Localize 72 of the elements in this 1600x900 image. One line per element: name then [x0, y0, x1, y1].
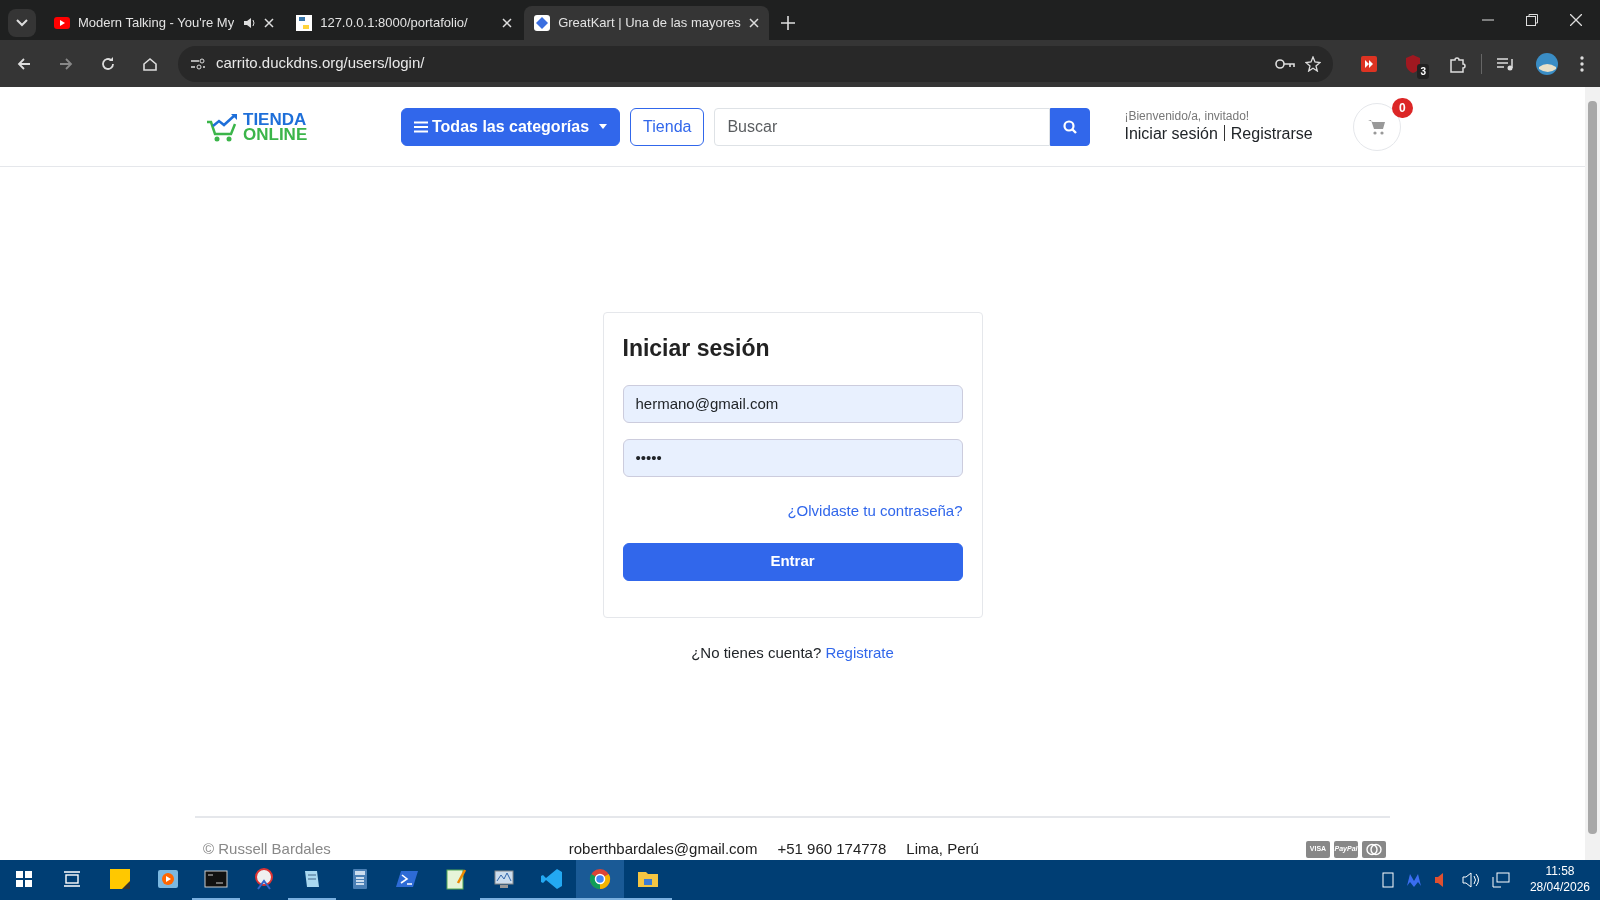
copyright-text: © Russell Bardales	[203, 838, 331, 859]
forward-icon[interactable]	[58, 55, 74, 72]
terminal-icon	[204, 867, 228, 891]
register-link[interactable]: Registrarse	[1230, 125, 1313, 142]
caret-icon	[599, 124, 608, 129]
store-button[interactable]: Tienda	[630, 107, 705, 146]
login-title: Iniciar sesión	[622, 335, 771, 363]
reload-icon[interactable]	[100, 55, 116, 72]
profile-avatar-icon[interactable]	[1536, 52, 1558, 75]
welcome-text: ¡Bienvenido/a, invitado!	[1124, 109, 1251, 124]
no-account-text: ¿No tienes cuenta? Registrate	[691, 642, 894, 663]
chevron-down-icon	[16, 19, 28, 27]
search-icon	[1063, 119, 1078, 134]
home-icon[interactable]	[142, 55, 158, 72]
cart-chart-icon	[205, 111, 239, 142]
search-button[interactable]	[1050, 107, 1091, 146]
clock-date[interactable]: 28/04/2026	[1529, 880, 1590, 896]
site-icon	[534, 15, 551, 31]
play-icon	[156, 867, 180, 891]
scissors-icon	[252, 867, 276, 891]
address-bar[interactable]: carrito.duckdns.org/users/login/	[178, 45, 1333, 82]
forgot-password-link[interactable]: ¿Olvidaste tu contraseña?	[787, 501, 963, 519]
login-link[interactable]: Iniciar sesión	[1124, 125, 1218, 142]
cart-icon	[1367, 118, 1386, 135]
sticky-note-icon	[108, 867, 132, 891]
menu-icon	[414, 120, 428, 133]
key-icon[interactable]	[1275, 57, 1295, 70]
code-editor-icon	[540, 867, 564, 891]
back-icon[interactable]	[16, 55, 32, 72]
close-icon[interactable]	[264, 18, 275, 28]
puzzle-icon[interactable]	[1449, 54, 1467, 73]
speaker-icon	[242, 16, 257, 30]
clock-time[interactable]: 11:58	[1529, 864, 1590, 880]
volume-icon[interactable]	[1461, 872, 1480, 888]
close-icon[interactable]	[748, 18, 759, 28]
register-link[interactable]: Registrate	[825, 643, 894, 661]
categories-button[interactable]: Todas las categorías	[401, 107, 621, 146]
scrollbar-thumb[interactable]	[1588, 101, 1597, 834]
cart-count-badge: 0	[1391, 97, 1413, 118]
taskbar-app[interactable]	[576, 860, 624, 900]
search-field[interactable]: Buscar	[714, 107, 1051, 146]
pencil-icon	[444, 867, 468, 891]
more-menu-icon[interactable]	[1580, 55, 1584, 72]
logo-text: ONLINE	[243, 126, 308, 142]
tab-list-button[interactable]	[8, 9, 36, 37]
network-icon[interactable]	[1491, 872, 1510, 888]
browser-tab[interactable]: 127.0.0.1:8000/portafolio/	[286, 6, 523, 40]
star-icon[interactable]	[1305, 55, 1321, 72]
task-view-icon	[63, 871, 81, 887]
browser-icon	[588, 867, 612, 891]
site-settings-icon[interactable]	[190, 56, 206, 71]
logo-text: TIENDA	[243, 111, 308, 127]
restore-icon[interactable]	[1526, 14, 1538, 26]
contact-phone: +51 960 174778	[777, 838, 887, 859]
extension-badge: 3	[1417, 63, 1429, 79]
location-text: Lima, Perú	[906, 838, 979, 859]
close-icon[interactable]	[1570, 14, 1582, 26]
browser-tab[interactable]: GreatKart | Una de las mayores	[524, 6, 769, 40]
media-queue-icon[interactable]	[1496, 55, 1514, 72]
close-icon[interactable]	[502, 18, 513, 28]
password-field[interactable]: •••••	[622, 438, 963, 477]
contact-email: roberthbardales@gmail.com	[568, 838, 758, 859]
monitor-icon	[492, 867, 516, 891]
windows-icon	[16, 871, 32, 887]
email-field[interactable]: hermano@gmail.com	[622, 384, 963, 423]
site-icon	[296, 15, 313, 31]
scrollbar[interactable]	[1585, 87, 1600, 860]
play-icon	[54, 15, 70, 31]
extension-icon[interactable]	[1361, 55, 1377, 72]
submit-button[interactable]: Entrar	[622, 542, 963, 581]
browser-tab[interactable]: Modern Talking - You're My	[44, 6, 285, 40]
plus-icon[interactable]	[780, 16, 795, 30]
